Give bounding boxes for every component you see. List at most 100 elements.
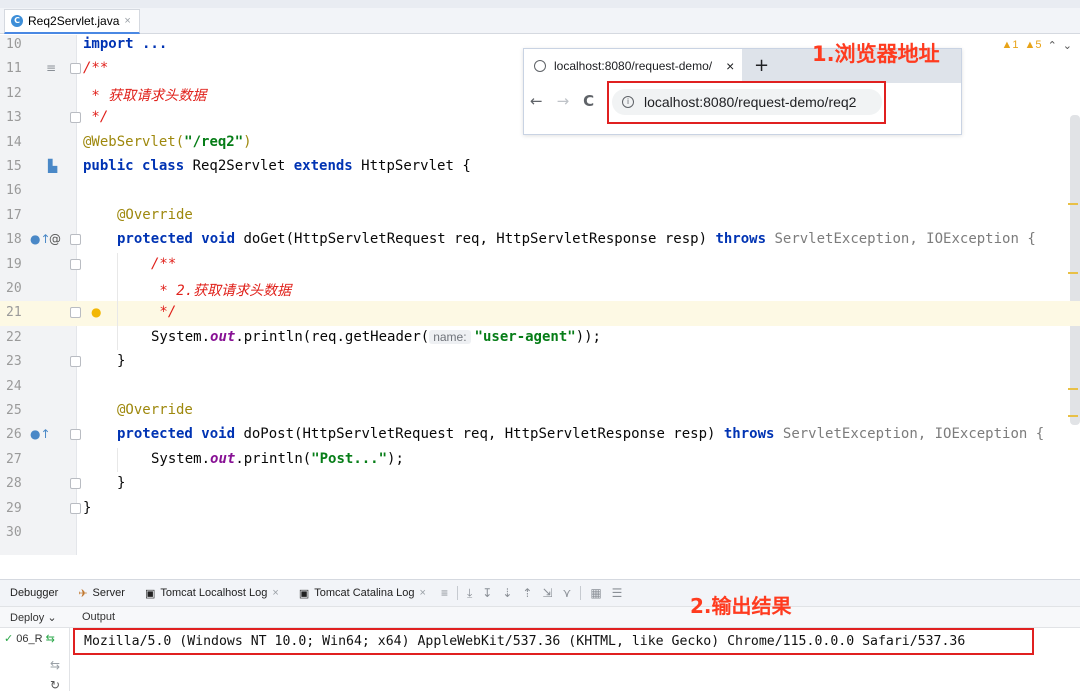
tab-tomcat-localhost-log[interactable]: ▣ Tomcat Localhost Log × xyxy=(135,587,289,600)
step-over-icon[interactable]: ↧ xyxy=(477,586,497,600)
keyword-token: extends xyxy=(293,158,362,174)
code-token: System. xyxy=(151,450,211,467)
settings-icon[interactable]: ☰ xyxy=(607,586,628,600)
deploy-icon[interactable]: ⇆ xyxy=(46,633,55,645)
close-icon[interactable]: × xyxy=(726,58,734,74)
tab-label: Tomcat Localhost Log xyxy=(160,587,268,599)
menu-icon[interactable]: ≡ xyxy=(436,586,453,600)
code-line: 22 System.out.println(req.getHeader(name… xyxy=(0,325,1080,351)
code-line: 17 @Override xyxy=(0,204,1080,228)
callout-browser-address: 1.浏览器地址 xyxy=(812,42,940,66)
code-token: )); xyxy=(575,328,601,345)
indent-guide xyxy=(117,447,118,473)
code-line: 30 xyxy=(0,521,1080,545)
close-icon[interactable]: × xyxy=(420,587,426,599)
evaluate-icon[interactable]: ⋎ xyxy=(558,586,577,600)
annotation-icon[interactable]: @ xyxy=(49,232,61,246)
line-number: 20 xyxy=(6,281,22,296)
code-token: System. xyxy=(151,328,211,345)
code-text: System.out.println("Post..."); xyxy=(151,451,404,467)
tab-tomcat-catalina-log[interactable]: ▣ Tomcat Catalina Log × xyxy=(289,587,436,600)
parameter-hint: name: xyxy=(429,329,471,344)
code-text: */ xyxy=(83,109,109,126)
signature-token: doGet(HttpServletRequest req, HttpServle… xyxy=(243,231,716,248)
line-number: 15 xyxy=(6,159,22,174)
code-text: @Override xyxy=(117,402,193,418)
fold-icon[interactable] xyxy=(70,234,81,246)
java-class-icon: C xyxy=(11,15,23,27)
refresh-icon[interactable]: ↻ xyxy=(50,678,60,691)
fold-icon[interactable] xyxy=(70,429,81,441)
string-token: "/req2" xyxy=(184,133,244,150)
output-subheader: Deploy ⌄ Output xyxy=(0,606,1080,628)
code-text: * 2.获取请求头数据 xyxy=(151,283,292,299)
override-up-icon[interactable]: ●↑ xyxy=(30,427,51,441)
window-top-strip xyxy=(0,0,1080,8)
fold-icon[interactable] xyxy=(70,502,81,514)
deployment-item[interactable]: ✓ 06_R ⇆ xyxy=(4,632,55,645)
tab-label: Server xyxy=(92,587,125,599)
tab-server[interactable]: ✈ Server xyxy=(68,587,135,600)
lightbulb-icon[interactable]: ● xyxy=(91,305,101,319)
code-token: ); xyxy=(387,450,404,467)
exception-token: ServletException, IOException { xyxy=(774,231,1036,248)
doc-comment-icon[interactable]: ≡ xyxy=(46,61,56,75)
fold-icon[interactable] xyxy=(70,307,81,319)
toolbar-separator xyxy=(456,586,458,600)
fold-icon[interactable] xyxy=(70,112,81,124)
line-number: 10 xyxy=(6,37,22,52)
class-name-token: Req2Servlet xyxy=(192,158,294,174)
override-up-icon[interactable]: ●↑ xyxy=(30,232,51,246)
new-tab-button[interactable]: + xyxy=(754,55,769,76)
close-icon[interactable]: × xyxy=(124,15,130,27)
file-tab-req2servlet[interactable]: C Req2Servlet.java × xyxy=(4,9,140,34)
close-icon[interactable]: × xyxy=(272,587,278,599)
services-tool-tabs: Debugger ✈ Server ▣ Tomcat Localhost Log × … xyxy=(0,579,1080,606)
keyword-token: throws xyxy=(715,231,775,248)
fold-icon[interactable] xyxy=(70,63,81,75)
code-text: * 获取请求头数据 xyxy=(83,87,207,104)
line-number: 27 xyxy=(6,451,22,467)
line-number: 16 xyxy=(6,183,22,199)
browser-tab[interactable]: localhost:8080/request-demo/ × xyxy=(524,49,742,83)
tab-debugger[interactable]: Debugger xyxy=(0,587,68,599)
line-number: 28 xyxy=(6,476,22,492)
globe-icon xyxy=(534,60,546,72)
indent-guide xyxy=(117,325,118,351)
step-out-icon[interactable]: ⇡ xyxy=(517,586,537,600)
code-line: 27 System.out.println("Post..."); xyxy=(0,447,1080,473)
keyword-token: protected void xyxy=(117,231,244,248)
keyword-token: public class xyxy=(83,158,193,174)
deployment-name: 06_R xyxy=(16,633,43,645)
indent-guide xyxy=(117,301,118,326)
code-line: 16 xyxy=(0,179,1080,203)
reload-icon[interactable]: C xyxy=(583,92,594,110)
back-icon[interactable]: ← xyxy=(530,92,543,110)
fold-icon[interactable] xyxy=(70,478,81,490)
line-number: 29 xyxy=(6,500,22,516)
code-line: 24 xyxy=(0,375,1080,399)
keyword-token: throws xyxy=(723,426,783,443)
static-field-token: out xyxy=(210,328,236,345)
code-text: @WebServlet("/req2") xyxy=(83,134,252,150)
indent-guide xyxy=(117,252,118,277)
exception-token: ServletException, IOException { xyxy=(782,426,1045,443)
fold-icon[interactable] xyxy=(70,356,81,368)
code-text: System.out.println(req.getHeader(name: "u… xyxy=(151,329,601,345)
servlet-web-icon[interactable]: ▙ xyxy=(48,159,57,173)
redeploy-icon[interactable]: ⇆ xyxy=(50,658,60,672)
fold-icon[interactable] xyxy=(70,258,81,270)
table-icon[interactable]: ▦ xyxy=(585,586,606,600)
code-line-current: 21 ● */ xyxy=(0,301,1080,326)
forward-icon[interactable]: → xyxy=(557,92,570,110)
code-line: 29 } xyxy=(0,497,1080,521)
editor-tab-bar: C Req2Servlet.java × xyxy=(0,0,1080,34)
chevron-down-icon[interactable]: ⌄ xyxy=(47,612,56,624)
code-line: 20 * 2.获取请求头数据 xyxy=(0,277,1080,302)
step-into-icon[interactable]: ⇣ xyxy=(497,586,517,600)
deployment-label[interactable]: Deploy ⌄ xyxy=(10,611,57,624)
line-number: 18 xyxy=(6,232,22,248)
restore-layout-icon[interactable]: ⤓ xyxy=(462,586,477,601)
run-to-cursor-icon[interactable]: ⇲ xyxy=(537,586,557,600)
code-line: 19 /** xyxy=(0,252,1080,277)
